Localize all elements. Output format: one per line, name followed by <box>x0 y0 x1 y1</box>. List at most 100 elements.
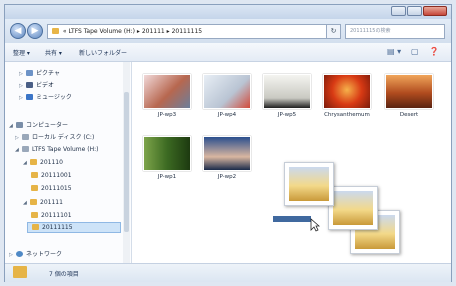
folder-icon <box>31 172 38 178</box>
expand-icon[interactable]: ▷ <box>19 93 26 104</box>
sidebar-item-label: ネットワーク <box>26 251 63 258</box>
file-name: Desert <box>399 112 419 118</box>
videos-icon <box>26 82 33 88</box>
back-button[interactable]: ◀ <box>10 23 26 39</box>
sidebar-item-label: 201111 <box>40 199 63 206</box>
sidebar-item-label: コンピューター <box>26 122 69 129</box>
status-bar: 7 個の項目 <box>5 263 451 282</box>
file-name: JP-wp1 <box>157 174 177 180</box>
navigation-pane: ▷ ピクチャ ▷ ビデオ ▷ ミュージック ◢ コンピューター ▷ ローカル ディスク (… <box>5 62 132 263</box>
sidebar-item-label: 20111001 <box>41 172 72 179</box>
file-item[interactable]: JP-wp2 <box>200 136 254 181</box>
file-thumbnail <box>143 136 191 171</box>
title-bar <box>5 5 451 19</box>
organize-button[interactable]: 整理 ▾ <box>13 48 30 57</box>
expand-icon[interactable]: ▷ <box>19 81 26 92</box>
collapse-icon[interactable]: ◢ <box>23 198 30 209</box>
maximize-button[interactable] <box>407 6 422 16</box>
sidebar-item-videos[interactable]: ▷ ビデオ <box>19 80 54 91</box>
file-thumbnail <box>323 74 371 109</box>
file-item[interactable]: JP-wp5 <box>260 74 314 119</box>
sidebar-item-label: ピクチャ <box>36 70 60 77</box>
sidebar-item-music[interactable]: ▷ ミュージック <box>19 92 72 103</box>
sidebar-item-label: LTFS Tape Volume (H:) <box>32 146 99 153</box>
item-count: 7 個の項目 <box>49 271 79 278</box>
file-item[interactable]: JP-wp1 <box>140 136 194 181</box>
breadcrumb-drive[interactable]: LTFS Tape Volume (H:) <box>69 28 135 35</box>
file-item[interactable]: Chrysanthemum <box>320 74 374 119</box>
file-view: JP-wp3 JP-wp4 JP-wp5 Chrysanthemum Deser… <box>132 62 451 263</box>
file-thumbnail <box>203 74 251 109</box>
expand-icon[interactable]: ▷ <box>15 133 22 144</box>
address-bar[interactable]: « LTFS Tape Volume (H:) ▸ 201111 ▸ 20111… <box>47 24 327 39</box>
sidebar-item-20111115[interactable]: 20111115 <box>27 222 121 233</box>
breadcrumb-overflow[interactable]: « <box>63 28 67 35</box>
sidebar-item-201111[interactable]: ◢ 201111 <box>23 197 63 208</box>
expand-icon[interactable]: ▷ <box>19 69 26 80</box>
share-button[interactable]: 共有 ▾ <box>45 48 62 57</box>
file-thumbnail <box>263 74 311 109</box>
sidebar-item-label: ローカル ディスク (C:) <box>32 134 95 141</box>
breadcrumb-separator[interactable]: ▸ <box>137 28 140 35</box>
sidebar-scrollbar[interactable] <box>123 62 130 263</box>
file-name: JP-wp4 <box>217 112 237 118</box>
sidebar-item-label: ミュージック <box>36 94 72 101</box>
sidebar-item-local-disk[interactable]: ▷ ローカル ディスク (C:) <box>15 132 94 143</box>
search-input[interactable]: 20111115の検索 <box>345 24 445 39</box>
file-name: JP-wp2 <box>217 174 237 180</box>
sidebar-item-network[interactable]: ▷ ネットワーク <box>9 249 62 260</box>
breadcrumb-20111115[interactable]: 20111115 <box>172 28 203 35</box>
music-icon <box>26 94 33 100</box>
cursor-icon <box>310 218 320 232</box>
file-thumbnail <box>203 136 251 171</box>
file-item[interactable]: Desert <box>382 74 436 119</box>
forward-button[interactable]: ▶ <box>27 23 43 39</box>
explorer-window: ◀ ▶ « LTFS Tape Volume (H:) ▸ 201111 ▸ 2… <box>4 4 452 282</box>
sidebar-item-ltfs-volume[interactable]: ◢ LTFS Tape Volume (H:) <box>15 144 98 155</box>
file-thumbnail <box>143 74 191 109</box>
new-folder-button[interactable]: 新しいフォルダー <box>79 48 127 57</box>
folder-icon <box>30 199 37 205</box>
file-thumbnail <box>385 74 433 109</box>
network-icon <box>16 251 23 257</box>
folder-icon <box>13 266 27 278</box>
sidebar-item-label: 20111115 <box>42 224 73 231</box>
breadcrumb-201111[interactable]: 201111 <box>142 28 165 35</box>
drive-icon <box>22 134 29 140</box>
help-icon[interactable]: ❓ <box>429 47 439 56</box>
file-item[interactable]: JP-wp4 <box>200 74 254 119</box>
close-button[interactable] <box>423 6 447 16</box>
file-item[interactable]: JP-wp3 <box>140 74 194 119</box>
collapse-icon[interactable]: ◢ <box>9 121 16 132</box>
address-row: ◀ ▶ « LTFS Tape Volume (H:) ▸ 201111 ▸ 2… <box>5 19 451 43</box>
sidebar-item-pictures[interactable]: ▷ ピクチャ <box>19 68 60 79</box>
breadcrumb-separator[interactable]: ▸ <box>167 28 170 35</box>
folder-icon <box>31 185 38 191</box>
sidebar-item-20111101[interactable]: 20111101 <box>31 210 72 221</box>
collapse-icon[interactable]: ◢ <box>15 145 22 156</box>
folder-icon <box>32 224 39 230</box>
sidebar-item-201110[interactable]: ◢ 201110 <box>23 157 63 168</box>
expand-icon[interactable]: ▷ <box>9 250 16 261</box>
sidebar-item-20111015[interactable]: 20111015 <box>31 183 72 194</box>
sidebar-item-label: ビデオ <box>36 82 55 89</box>
preview-pane-icon[interactable]: ▢ <box>411 47 419 56</box>
file-name: JP-wp3 <box>157 112 177 118</box>
view-options-icon[interactable]: ▤ ▾ <box>387 47 401 56</box>
file-name: Chrysanthemum <box>324 112 370 118</box>
drive-icon <box>22 146 29 152</box>
computer-icon <box>16 122 23 128</box>
file-name: JP-wp5 <box>277 112 297 118</box>
refresh-icon[interactable]: ↻ <box>327 24 341 39</box>
sidebar-item-computer[interactable]: ◢ コンピューター <box>9 120 68 131</box>
sidebar-item-20111001[interactable]: 20111001 <box>31 170 72 181</box>
collapse-icon[interactable]: ◢ <box>23 158 30 169</box>
scrollbar-thumb[interactable] <box>124 92 129 232</box>
sidebar-item-label: 20111101 <box>41 212 72 219</box>
pictures-icon <box>26 70 33 76</box>
folder-icon <box>52 28 59 34</box>
sidebar-item-label: 20111015 <box>41 185 72 192</box>
minimize-button[interactable] <box>391 6 406 16</box>
sidebar-item-label: 201110 <box>40 159 63 166</box>
drag-preview-image <box>284 162 334 206</box>
